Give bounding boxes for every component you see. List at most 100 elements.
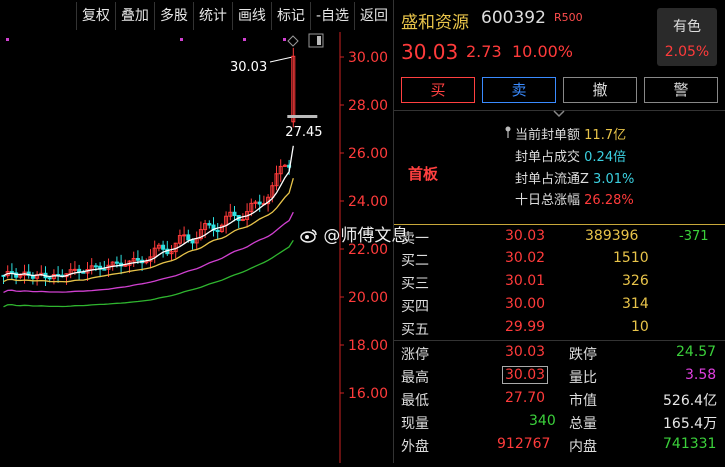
candle-body (9, 271, 14, 274)
toolbar-fuquan-button[interactable]: 复权 (75, 2, 115, 30)
last-price: 30.03 (401, 40, 459, 64)
candle-body (93, 265, 98, 268)
alert-button[interactable]: 警 (644, 77, 718, 103)
stock-name: 盛和资源 (401, 13, 469, 33)
ten-day-row: 十日总涨幅 26.28% (515, 189, 634, 208)
vol-ratio-value: 3.58 (685, 367, 717, 383)
stock-code: 600392 (481, 8, 546, 28)
sector-box[interactable]: 有色 2.05% (657, 8, 717, 66)
signal-dot (6, 38, 9, 41)
candle-body (47, 277, 52, 280)
ten-day-label: 十日总涨幅 (515, 193, 581, 208)
total-volume-label: 总量 (569, 416, 597, 432)
first-board-label: 首板 (408, 165, 439, 183)
sell1-diff: -371 (679, 229, 709, 244)
seal-float-row: 封单占流通Z 3.01% (515, 168, 634, 187)
watermark: @师傅文息 (300, 221, 408, 246)
orderbook-row: 买三 30.01 326 (401, 273, 721, 293)
buy-level-price: 29.99 (505, 319, 546, 335)
outer-volume-value: 912767 (497, 436, 551, 452)
candle-body (72, 268, 77, 271)
inner-volume-value: 741331 (663, 436, 717, 452)
low-annotation-bar (287, 115, 318, 118)
stats-row: 最高 30.03 量比 3.58 (401, 366, 721, 387)
toolbar-multi-stock-button[interactable]: 多股 (153, 2, 193, 30)
sell1-volume: 389396 (585, 228, 639, 244)
collapse-chevron-icon[interactable] (552, 110, 566, 118)
limit-up-value: 30.03 (505, 344, 546, 360)
ten-day-value: 26.28% (584, 193, 634, 208)
signal-dot (243, 38, 246, 41)
limit-down-label: 跌停 (569, 347, 597, 363)
price-axis-label: 16.00 (348, 386, 388, 402)
seal-turnover-row: 封单占成交 0.24倍 (515, 146, 626, 165)
vol-ratio-label: 量比 (569, 370, 597, 386)
toolbar-stats-button[interactable]: 统计 (192, 2, 232, 30)
seal-amount-value: 11.7亿 (584, 128, 627, 143)
orderbook-row: 卖一 30.03 389396 -371 (401, 228, 721, 248)
chart-toolbar: 复权 叠加 多股 统计 画线 标记 -自选 返回 (0, 0, 393, 32)
sector-pct: 2.05% (664, 44, 710, 60)
price-change: 2.73 (466, 42, 502, 61)
price-change-pct: 10.00% (512, 42, 574, 61)
high-annotation-label: 30.03 (230, 60, 267, 75)
orderbook-row: 买二 30.02 1510 (401, 250, 721, 270)
buy-level-label: 买五 (401, 322, 429, 338)
candle-body (114, 261, 119, 264)
orderbook-row: 买四 30.00 314 (401, 296, 721, 316)
buy-level-volume: 1510 (613, 250, 649, 266)
cancel-order-button[interactable]: 撤 (563, 77, 637, 103)
toolbar-back-button[interactable]: 返回 (354, 2, 393, 30)
market-cap-value: 526.4亿 (663, 393, 718, 409)
toolbar-overlay-button[interactable]: 叠加 (114, 2, 154, 30)
price-axis-label: 24.00 (348, 194, 388, 210)
ma20-line (3, 211, 294, 293)
sell-button[interactable]: 卖 (482, 77, 556, 103)
buy-level-price: 30.02 (505, 250, 546, 266)
high-value: 30.03 (502, 366, 549, 384)
stats-row: 涨停 30.03 跌停 24.57 (401, 344, 721, 364)
orderbook-row: 买五 29.99 10 (401, 319, 721, 339)
buy-button[interactable]: 买 (401, 77, 475, 103)
inner-volume-label: 内盘 (569, 439, 597, 455)
total-volume-value: 165.4万 (663, 416, 718, 432)
price-axis-label: 26.00 (348, 146, 388, 162)
candle-body (102, 268, 107, 271)
seal-amount-label: 当前封单额 (515, 128, 581, 143)
low-value: 27.70 (505, 390, 546, 406)
seal-amount-row: 当前封单额 11.7亿 (515, 124, 626, 143)
limit-down-value: 24.57 (676, 344, 717, 360)
candle-body (135, 257, 140, 261)
price-axis-label: 30.00 (348, 50, 388, 66)
signal-dot (283, 38, 286, 41)
candle-body (182, 234, 187, 237)
limit-up-label: 涨停 (401, 347, 429, 363)
candle-body (186, 234, 191, 241)
signal-dot (180, 38, 183, 41)
pin-icon (505, 126, 511, 138)
stats-row: 外盘 912767 内盘 741331 (401, 436, 721, 456)
low-label: 最低 (401, 393, 429, 409)
toolbar-draw-button[interactable]: 画线 (231, 2, 271, 30)
high-label: 最高 (401, 370, 429, 386)
candle-body (257, 201, 262, 205)
buy-level-volume: 10 (631, 319, 649, 335)
low-annotation-label: 27.45 (285, 125, 322, 140)
current-volume-value: 340 (529, 413, 556, 429)
high-annotation-arrow (269, 56, 292, 63)
seal-float-label: 封单占流通Z (515, 172, 589, 187)
toolbar-remove-watchlist-button[interactable]: -自选 (309, 2, 354, 30)
panel-toggle-icon-fill (317, 36, 321, 45)
toolbar-mark-button[interactable]: 标记 (270, 2, 310, 30)
stats-divider (394, 340, 725, 341)
sell1-price: 30.03 (505, 228, 546, 244)
buy-level-label: 买二 (401, 253, 429, 269)
seal-turnover-value: 0.24倍 (584, 150, 627, 165)
orderbook-divider (394, 224, 725, 225)
candle-body (123, 264, 128, 267)
price-axis-label: 18.00 (348, 338, 388, 354)
quote-panel: 盛和资源 600392 R500 30.03 2.73 10.00% 有色 2.… (393, 0, 725, 463)
candle-body (240, 218, 245, 221)
outer-volume-label: 外盘 (401, 439, 429, 455)
r500-badge: R500 (554, 11, 583, 24)
